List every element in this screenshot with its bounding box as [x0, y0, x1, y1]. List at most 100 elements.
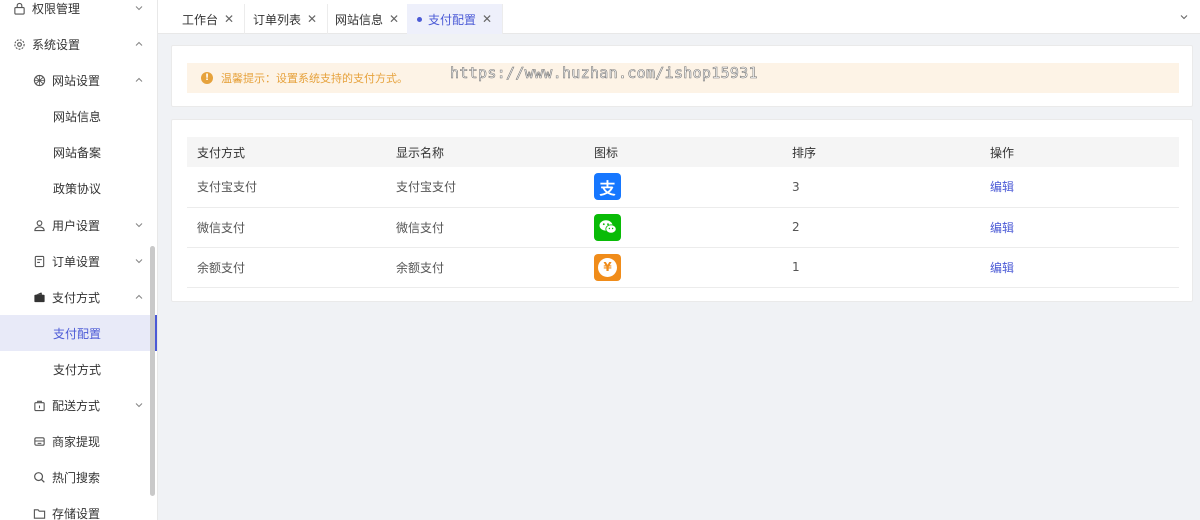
sidebar-item-label: 网站设置: [52, 73, 101, 88]
tip-alert: ! 温馨提示：设置系统支持的支付方式。: [187, 63, 1179, 93]
cell-display-name: 余额支付: [386, 247, 584, 288]
column-header: 显示名称: [386, 137, 584, 167]
tab-label: 支付配置: [428, 12, 477, 27]
cell-method: 支付宝支付: [187, 167, 386, 208]
sidebar-item-label: 网站备案: [53, 145, 102, 160]
close-icon[interactable]: ✕: [482, 12, 492, 26]
sidebar-item-payment-config[interactable]: 支付配置: [0, 315, 157, 351]
sidebar: 权限管理 系统设置 网站设置 网站信息 网站备案 政策协议 用户设置 订单设置 …: [0, 0, 158, 520]
edit-button[interactable]: 编辑: [990, 221, 1014, 235]
sidebar-item-storage[interactable]: 存储设置: [0, 495, 157, 520]
sidebar-scrollbar[interactable]: [150, 246, 155, 496]
close-icon[interactable]: ✕: [224, 12, 234, 26]
tab-label: 订单列表: [253, 12, 302, 27]
column-header: 图标: [584, 137, 782, 167]
tab-label: 网站信息: [335, 12, 384, 27]
search-icon: [32, 470, 46, 484]
sidebar-item-website-settings[interactable]: 网站设置: [0, 62, 157, 98]
sidebar-item-label: 热门搜索: [52, 470, 101, 485]
cell-sort: 3: [782, 167, 980, 208]
sidebar-item-label: 系统设置: [32, 37, 81, 52]
chevron-down-icon: [133, 219, 145, 231]
cell-sort: 2: [782, 207, 980, 248]
withdraw-icon: [32, 434, 46, 448]
sidebar-item-label: 支付方式: [53, 362, 102, 377]
order-icon: [32, 254, 46, 268]
tab-workbench[interactable]: 工作台 ✕: [172, 4, 246, 34]
chevron-down-icon[interactable]: [1178, 11, 1190, 23]
gear-icon: [12, 37, 26, 51]
chevron-down-icon: [133, 399, 145, 411]
chevron-up-icon: [133, 38, 145, 50]
cell-display-name: 支付宝支付: [386, 167, 584, 208]
chevron-down-icon: [133, 255, 145, 267]
sidebar-item-label: 用户设置: [52, 218, 101, 233]
tab-label: 工作台: [182, 12, 219, 27]
tab-website-info[interactable]: 网站信息 ✕: [325, 4, 411, 34]
sidebar-item-system-settings[interactable]: 系统设置: [0, 26, 157, 62]
edit-button[interactable]: 编辑: [990, 180, 1014, 194]
table-row: 微信支付 微信支付 2 编辑: [187, 207, 1179, 248]
active-dot-icon: [417, 16, 422, 22]
table-panel: 支付方式 显示名称 图标 排序 操作 支付宝支付 支付宝支付 支 3 编辑 微信…: [171, 119, 1193, 302]
delivery-icon: [32, 398, 46, 412]
sidebar-item-label: 支付配置: [53, 326, 102, 341]
close-icon[interactable]: ✕: [307, 12, 317, 26]
sidebar-item-payment-methods[interactable]: 支付方式: [0, 351, 157, 387]
sidebar-item-website-filing[interactable]: 网站备案: [0, 134, 157, 170]
sidebar-item-payment-methods-group[interactable]: 支付方式: [0, 279, 157, 315]
alert-panel: ! 温馨提示：设置系统支持的支付方式。 https://www.huzhan.c…: [171, 45, 1193, 107]
chevron-up-icon: [133, 291, 145, 303]
cell-action: 编辑: [980, 247, 1179, 288]
cell-display-name: 微信支付: [386, 207, 584, 248]
cell-method: 余额支付: [187, 247, 386, 288]
sidebar-item-label: 权限管理: [32, 1, 81, 16]
sidebar-item-hot-search[interactable]: 热门搜索: [0, 459, 157, 495]
sidebar-item-policy[interactable]: 政策协议: [0, 170, 157, 206]
lock-icon: [12, 1, 26, 15]
chevron-down-icon: [133, 2, 145, 14]
sidebar-item-delivery[interactable]: 配送方式: [0, 387, 157, 423]
sidebar-item-label: 商家提现: [52, 434, 101, 449]
sidebar-item-label: 存储设置: [52, 506, 101, 520]
warning-icon: !: [201, 72, 213, 84]
column-header: 排序: [782, 137, 980, 167]
sidebar-item-label: 配送方式: [52, 398, 101, 413]
cell-sort: 1: [782, 247, 980, 288]
cell-action: 编辑: [980, 207, 1179, 248]
table-row: 余额支付 余额支付 ¥ 1 编辑: [187, 247, 1179, 288]
sidebar-item-label: 网站信息: [53, 109, 102, 124]
payment-table: 支付方式 显示名称 图标 排序 操作 支付宝支付 支付宝支付 支 3 编辑 微信…: [187, 137, 1179, 288]
balance-icon: ¥: [594, 253, 621, 281]
edit-button[interactable]: 编辑: [990, 261, 1014, 275]
sidebar-item-merchant-withdraw[interactable]: 商家提现: [0, 423, 157, 459]
cell-icon: 支: [584, 167, 782, 208]
user-icon: [32, 218, 46, 232]
alipay-icon: 支: [594, 173, 621, 201]
cell-icon: [584, 207, 782, 248]
cell-icon: ¥: [584, 247, 782, 288]
sidebar-item-website-info[interactable]: 网站信息: [0, 98, 157, 134]
yen-coin: ¥: [598, 257, 617, 277]
tab-payment-config[interactable]: 支付配置 ✕: [407, 4, 504, 34]
tab-bar: 工作台 ✕ 订单列表 ✕ 网站信息 ✕ 支付配置 ✕: [158, 0, 1200, 34]
sidebar-item-label: 订单设置: [52, 254, 101, 269]
tab-order-list[interactable]: 订单列表 ✕: [243, 4, 329, 34]
globe-icon: [32, 73, 46, 87]
sidebar-item-permissions[interactable]: 权限管理: [0, 0, 157, 26]
sidebar-item-label: 政策协议: [53, 181, 102, 196]
close-icon[interactable]: ✕: [389, 12, 399, 26]
sidebar-item-order-settings[interactable]: 订单设置: [0, 243, 157, 279]
column-header: 支付方式: [187, 137, 386, 167]
folder-icon: [32, 506, 46, 520]
column-header: 操作: [980, 137, 1179, 167]
table-header-row: 支付方式 显示名称 图标 排序 操作: [187, 137, 1179, 167]
sidebar-item-label: 支付方式: [52, 290, 101, 305]
cell-method: 微信支付: [187, 207, 386, 248]
table-row: 支付宝支付 支付宝支付 支 3 编辑: [187, 167, 1179, 208]
sidebar-item-user-settings[interactable]: 用户设置: [0, 207, 157, 243]
cell-action: 编辑: [980, 167, 1179, 208]
wallet-icon: [32, 290, 46, 304]
alert-text: 温馨提示：设置系统支持的支付方式。: [221, 72, 408, 85]
chevron-up-icon: [133, 74, 145, 86]
